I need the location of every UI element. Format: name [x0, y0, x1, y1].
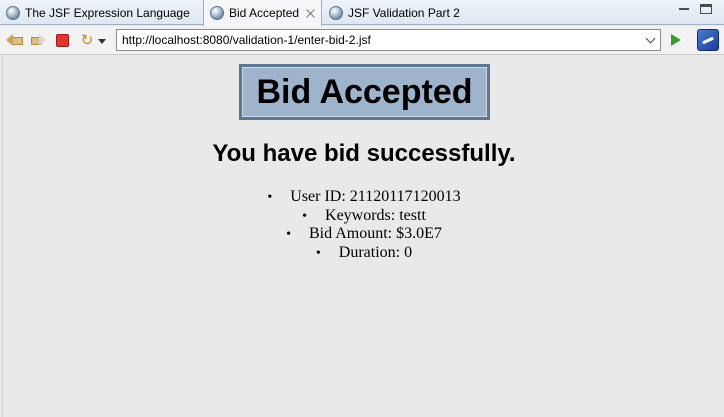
globe-icon — [210, 6, 224, 20]
tab-strip: The JSF Expression Language Bid Accepted… — [0, 0, 724, 26]
forward-arrow-icon[interactable] — [30, 32, 46, 48]
tab-label: Bid Accepted — [229, 6, 300, 20]
success-message: You have bid successfully. — [212, 140, 516, 167]
chevron-down-icon[interactable] — [647, 35, 656, 44]
detail-user-id: User ID: 21120117120013 — [3, 188, 724, 207]
page-content: Bid Accepted You have bid successfully. … — [2, 56, 724, 417]
detail-duration: Duration: 0 — [3, 244, 724, 263]
globe-icon — [6, 5, 20, 20]
refresh-icon[interactable] — [78, 32, 96, 48]
banner: Bid Accepted — [239, 64, 490, 120]
back-arrow-icon[interactable] — [6, 32, 23, 48]
url-input[interactable] — [122, 33, 637, 47]
tab-label: The JSF Expression Language — [25, 5, 190, 20]
tab-bid-accepted[interactable]: Bid Accepted — [203, 0, 322, 26]
detail-bid-amount: Bid Amount: $3.0E7 — [3, 225, 724, 244]
browser-icon[interactable] — [697, 29, 719, 51]
tab-jsf-expression-language[interactable]: The JSF Expression Language — [0, 0, 202, 25]
bid-details-list: User ID: 21120117120013 Keywords: testt … — [3, 188, 724, 262]
tab-jsf-validation-part-2[interactable]: JSF Validation Part 2 — [323, 0, 493, 25]
page-title: Bid Accepted — [256, 72, 473, 111]
browser-toolbar — [0, 26, 724, 55]
url-bar[interactable] — [116, 29, 661, 51]
tab-label: JSF Validation Part 2 — [348, 5, 460, 20]
stop-icon[interactable] — [54, 32, 70, 48]
detail-keywords: Keywords: testt — [3, 207, 724, 226]
go-icon[interactable] — [668, 32, 684, 48]
close-icon[interactable] — [305, 8, 316, 19]
maximize-icon[interactable] — [700, 4, 712, 14]
globe-icon — [329, 5, 343, 20]
minimize-icon[interactable] — [678, 4, 690, 14]
refresh-dropdown-icon[interactable] — [97, 32, 107, 48]
